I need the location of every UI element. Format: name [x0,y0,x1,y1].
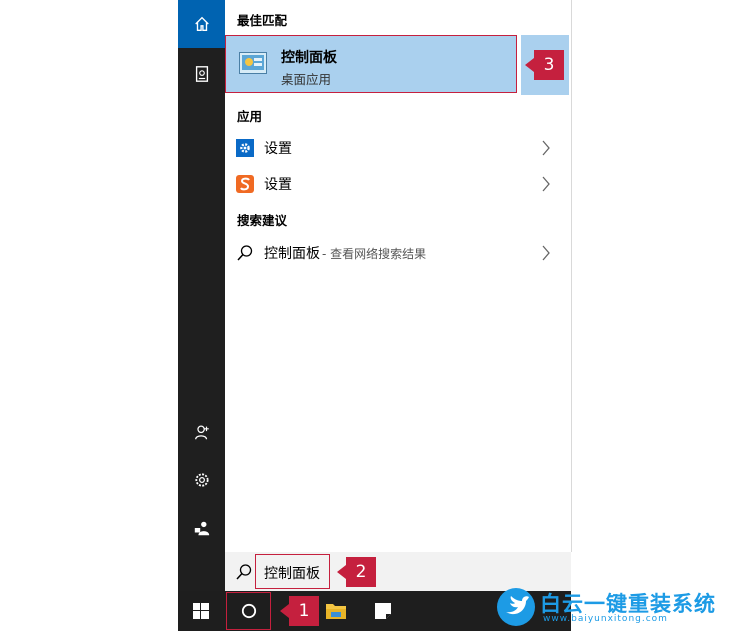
settings-blue-icon [236,139,254,157]
home-icon [194,16,209,31]
watermark-url: www.baiyunxitong.com [543,614,668,624]
settings-gear-icon [194,473,209,487]
app-result-label: 设置 [264,141,292,157]
best-match-result[interactable]: 控制面板 桌面应用 [225,35,517,93]
best-match-heading: 最佳匹配 [237,13,288,28]
notebook-button[interactable] [178,50,225,98]
step-badge-2: 2 [337,557,376,587]
step-badge-1: 1 [280,596,319,626]
search-input[interactable]: 控制面板 [264,563,320,583]
app-result-label: 设置 [264,177,292,193]
feedback-button[interactable] [178,504,225,552]
sticky-notes-icon[interactable] [374,602,392,620]
apps-heading: 应用 [237,109,263,124]
chevron-right-icon[interactable] [541,140,551,156]
suggestion-label: 控制面板 [264,246,320,262]
search-bar[interactable]: 控制面板 [225,552,571,591]
search-icon [236,244,254,262]
file-explorer-icon[interactable] [325,601,347,621]
search-results-panel: 最佳匹配 控制面板 桌面应用 应用 设置 设置 搜索建议 控制面板 - 查看网络… [225,0,572,552]
notebook-icon [195,66,208,82]
app-result-settings[interactable]: 设置 [225,130,571,166]
feedback-icon [194,521,209,536]
home-button[interactable] [178,0,225,48]
best-match-subtitle: 桌面应用 [281,72,332,87]
cortana-circle-icon[interactable] [241,603,257,619]
account-button[interactable] [178,408,225,456]
start-left-rail [178,0,225,591]
step-badge-3: 3 [525,50,564,80]
control-panel-icon [239,52,267,74]
windows-start-icon[interactable] [193,603,209,619]
best-match-title: 控制面板 [281,50,337,66]
sogou-settings-icon [236,175,254,193]
chevron-right-icon[interactable] [541,176,551,192]
suggestions-heading: 搜索建议 [237,213,288,228]
account-icon [194,425,209,440]
chevron-right-icon[interactable] [541,245,551,261]
search-icon [236,564,252,580]
app-result-sogou-settings[interactable]: 设置 [225,166,571,202]
suggestion-suffix: - 查看网络搜索结果 [322,246,427,261]
watermark-bird-logo [497,588,535,626]
settings-button[interactable] [178,456,225,504]
web-suggestion[interactable]: 控制面板 - 查看网络搜索结果 [225,235,571,271]
